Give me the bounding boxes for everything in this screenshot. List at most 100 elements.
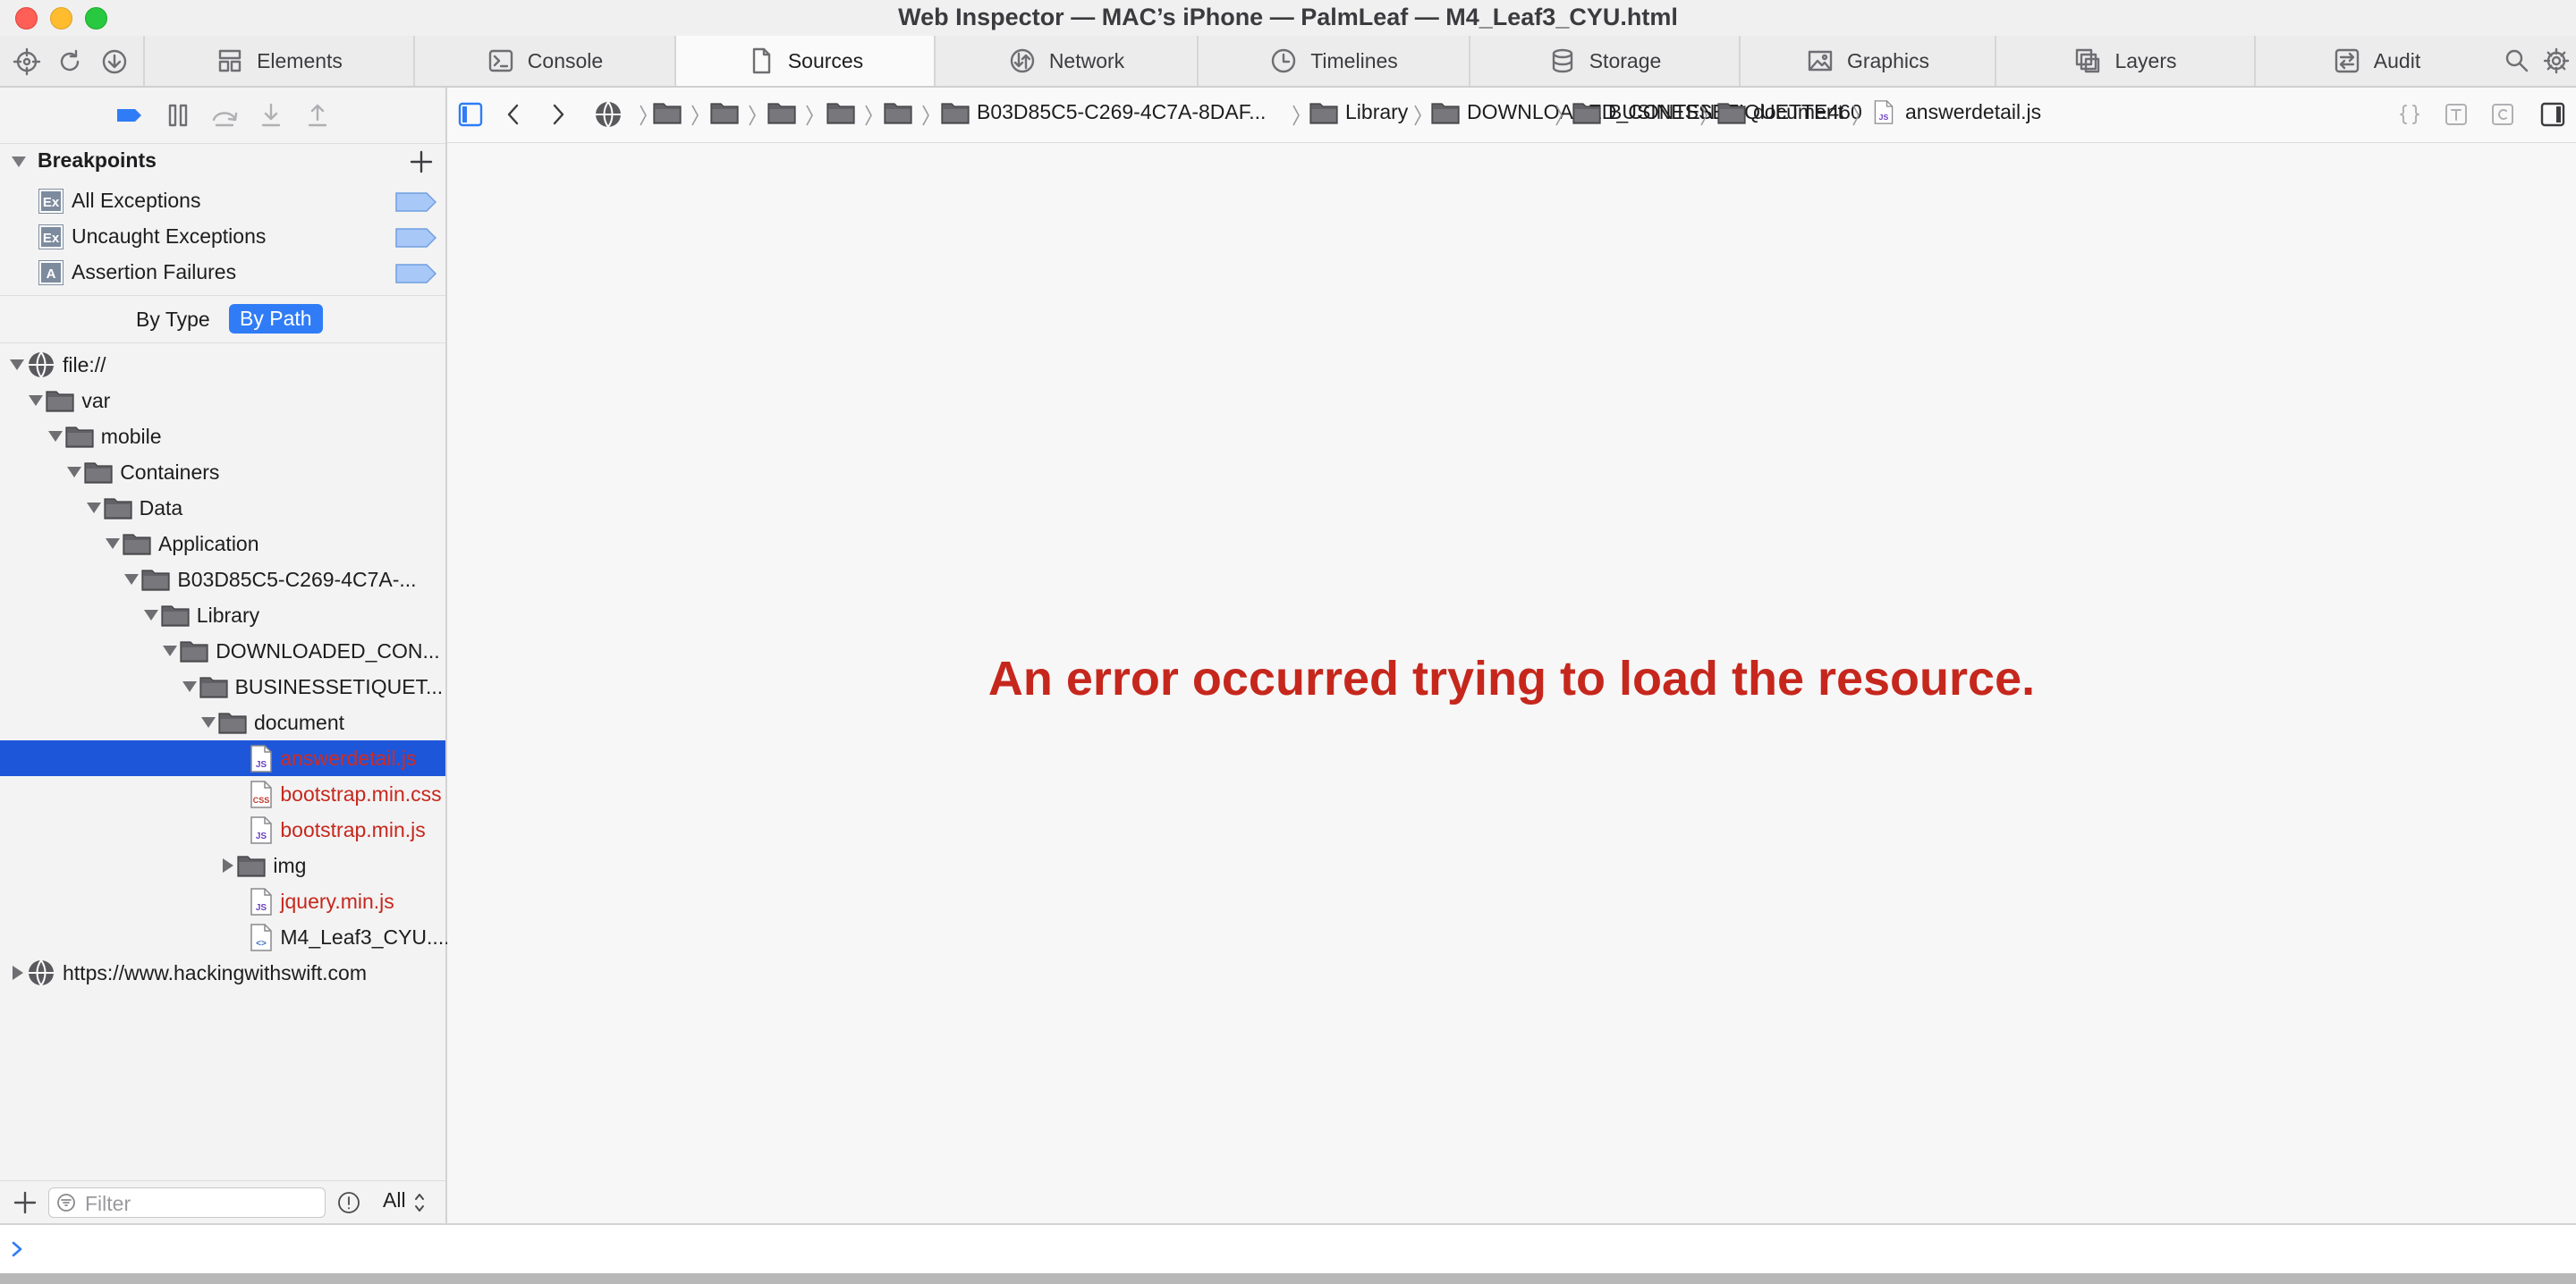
breakpoint-assertion-failures[interactable]: A Assertion Failures — [0, 254, 445, 290]
tab-graphics[interactable]: Graphics — [1739, 36, 1995, 86]
path-crumb[interactable]: Library — [1309, 100, 1408, 124]
disclosure-triangle-right-icon[interactable] — [9, 966, 25, 980]
disclosure-triangle-down-icon[interactable] — [200, 715, 216, 730]
disclosure-triangle-right-icon[interactable] — [219, 858, 235, 873]
tree-file-row[interactable]: JS bootstrap.min.js — [0, 812, 445, 848]
disclosure-triangle-down-icon[interactable] — [9, 358, 25, 372]
pause-button[interactable] — [163, 102, 193, 129]
breakpoints-section-header[interactable]: Breakpoints — [0, 143, 445, 179]
path-root[interactable] — [594, 100, 623, 129]
tree-item-label: bootstrap.min.css — [280, 782, 442, 806]
reload-icon[interactable] — [55, 47, 84, 76]
path-crumb[interactable]: document — [1717, 100, 1843, 124]
info-icon — [338, 1192, 360, 1213]
globe-icon — [596, 101, 621, 128]
tree-origin-row[interactable]: https://www.hackingwithswift.com — [0, 955, 445, 991]
tab-label: Storage — [1589, 48, 1662, 72]
tree-folder-row[interactable]: Data — [0, 490, 445, 526]
tree-folder-row[interactable]: Library — [0, 597, 445, 633]
path-crumb[interactable]: JS answerdetail.js — [1869, 100, 2041, 124]
disclosure-triangle-down-icon[interactable] — [162, 644, 178, 658]
tree-origin-row[interactable]: file:// — [0, 347, 445, 383]
disclosure-triangle-down-icon[interactable] — [86, 501, 102, 515]
breakpoint-uncaught-exceptions[interactable]: Ex Uncaught Exceptions — [0, 218, 445, 254]
tree-folder-row[interactable]: var — [0, 383, 445, 418]
disclosure-triangle-down-icon[interactable] — [11, 155, 27, 169]
disclosure-triangle-down-icon[interactable] — [182, 680, 198, 694]
folder-icon — [653, 100, 682, 124]
tree-folder-row[interactable]: B03D85C5-C269-4C7A-... — [0, 562, 445, 597]
tree-item-label: BUSINESSETIQUET... — [234, 675, 444, 698]
filter-options-button[interactable] — [336, 1190, 361, 1215]
tab-console[interactable]: Console — [413, 36, 674, 86]
disclosure-triangle-down-icon[interactable] — [123, 572, 140, 587]
pretty-print-button[interactable] — [2397, 101, 2422, 128]
toggle-details-sidebar-button[interactable] — [2540, 101, 2565, 128]
step-into-button[interactable] — [256, 102, 286, 129]
tree-file-row[interactable]: JS answerdetail.js — [0, 740, 445, 776]
settings-button[interactable] — [2537, 36, 2576, 86]
js-file-icon: JS — [1869, 100, 1898, 124]
path-folder-crumb[interactable] — [884, 100, 912, 124]
tree-folder-row[interactable]: document — [0, 705, 445, 740]
by-type-button[interactable]: By Type — [125, 305, 221, 334]
layers-icon — [2076, 48, 2100, 73]
disclosure-triangle-down-icon[interactable] — [143, 608, 159, 622]
tree-folder-row[interactable]: mobile — [0, 418, 445, 454]
path-folder-crumb[interactable] — [653, 100, 682, 124]
tree-folder-row[interactable]: DOWNLOADED_CON... — [0, 633, 445, 669]
tab-storage[interactable]: Storage — [1469, 36, 1739, 86]
up-down-chevron-icon[interactable] — [413, 1190, 426, 1215]
tree-item-label: Containers — [120, 460, 220, 484]
disclosure-triangle-down-icon[interactable] — [105, 536, 121, 551]
step-out-button[interactable] — [302, 102, 333, 129]
search-button[interactable] — [2497, 36, 2537, 86]
tab-timelines[interactable]: Timelines — [1197, 36, 1469, 86]
breakpoint-flag-icon[interactable] — [395, 264, 436, 283]
tree-item-label: bootstrap.min.js — [280, 818, 426, 841]
tree-file-row[interactable]: JS jquery.min.js — [0, 883, 445, 919]
element-picker-icon[interactable] — [13, 47, 41, 76]
folder-icon — [46, 388, 74, 412]
filter-field[interactable] — [48, 1187, 326, 1218]
back-button[interactable] — [503, 101, 524, 128]
path-separator-icon — [1555, 104, 1563, 127]
tab-layers[interactable]: Layers — [1995, 36, 2254, 86]
by-path-button[interactable]: By Path — [229, 304, 323, 334]
download-icon[interactable] — [100, 47, 129, 76]
console-input[interactable] — [36, 1234, 2544, 1266]
path-folder-crumb[interactable] — [767, 100, 796, 124]
tab-elements[interactable]: Elements — [143, 36, 413, 86]
resource-type-select[interactable]: All — [383, 1188, 406, 1212]
add-breakpoint-button[interactable] — [408, 148, 435, 175]
path-folder-crumb[interactable] — [826, 100, 855, 124]
breakpoints-toggle-button[interactable] — [114, 102, 145, 129]
breakpoint-all-exceptions[interactable]: Ex All Exceptions — [0, 182, 445, 218]
step-over-button[interactable] — [209, 102, 240, 129]
path-crumb[interactable]: B03D85C5-C269-4C7A-8DAF... — [941, 100, 1266, 124]
tree-file-row[interactable]: CSS bootstrap.min.css — [0, 776, 445, 812]
breakpoint-flag-icon[interactable] — [395, 192, 436, 212]
tab-audit[interactable]: Audit — [2254, 36, 2497, 86]
disclosure-triangle-down-icon[interactable] — [47, 429, 64, 443]
code-coverage-button[interactable] — [2490, 101, 2515, 128]
tree-folder-row[interactable]: img — [0, 848, 445, 883]
toggle-navigation-sidebar-button[interactable] — [458, 101, 483, 128]
path-crumb-label: answerdetail.js — [1905, 100, 2042, 123]
breakpoint-flag-icon[interactable] — [395, 228, 436, 248]
disclosure-triangle-down-icon[interactable] — [28, 393, 44, 408]
tree-folder-row[interactable]: Application — [0, 526, 445, 562]
forward-button[interactable] — [547, 101, 569, 128]
tree-folder-row[interactable]: Containers — [0, 454, 445, 490]
tab-network[interactable]: Network — [934, 36, 1197, 86]
type-annotations-button[interactable] — [2444, 101, 2469, 128]
add-resource-button[interactable] — [13, 1190, 38, 1215]
filter-input[interactable] — [83, 1190, 319, 1217]
tree-folder-row[interactable]: BUSINESSETIQUET... — [0, 669, 445, 705]
disclosure-triangle-down-icon[interactable] — [66, 465, 82, 479]
path-folder-crumb[interactable] — [710, 100, 739, 124]
path-separator-icon — [1292, 104, 1301, 127]
filter-icon — [57, 1194, 75, 1212]
tab-sources[interactable]: Sources — [674, 36, 934, 86]
tree-file-row[interactable]: <> M4_Leaf3_CYU.... — [0, 919, 450, 955]
